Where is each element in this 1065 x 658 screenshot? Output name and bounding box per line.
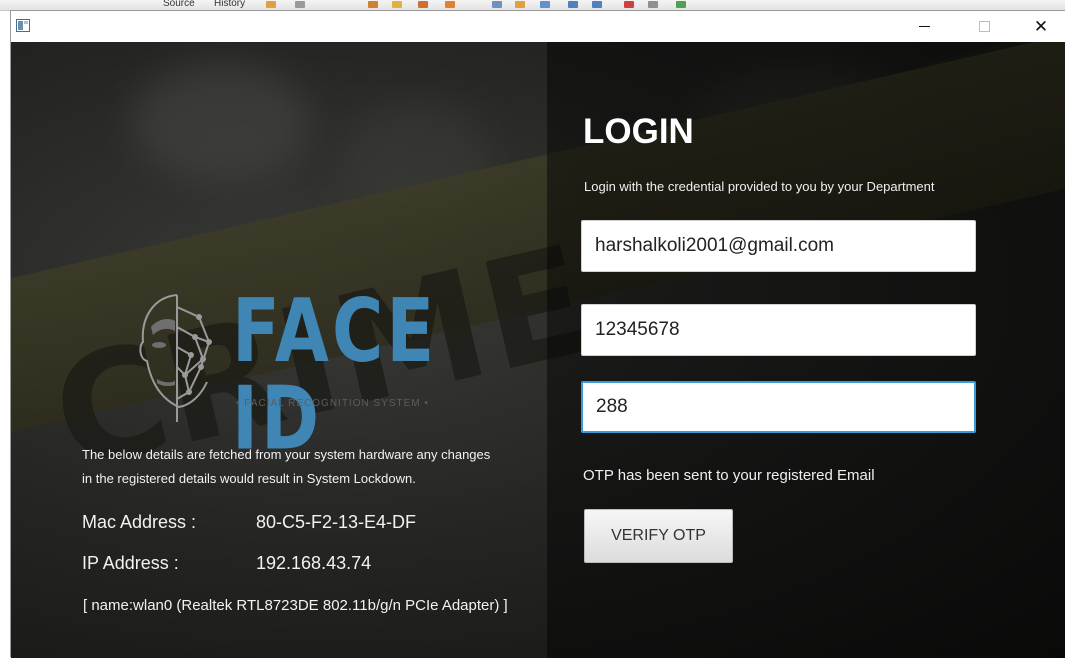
toolbar-icon [515,1,525,8]
toolbar-icon [368,1,378,8]
toolbar-icon [540,1,550,8]
login-title: LOGIN [583,112,694,151]
logo-title: FACE ID [232,279,438,470]
mac-address-label: Mac Address : [82,512,197,532]
close-icon: ✕ [1033,16,1049,37]
app-window-icon [16,19,30,32]
minimize-icon [918,26,930,27]
ide-tab-history: History [214,0,246,9]
otp-status-message: OTP has been sent to your registered Ema… [583,467,875,484]
ide-tab-source: Source [163,0,195,9]
toolbar-icon [295,1,305,8]
ip-address-value: 192.168.43.74 [256,553,372,573]
toolbar-icon [624,1,634,8]
maximize-button[interactable] [954,11,1014,42]
background-blur [131,62,311,182]
otp-field[interactable]: 288 [581,381,976,433]
toolbar-icon [492,1,502,8]
toolbar-icon [445,1,455,8]
toolbar-icon [568,1,578,8]
face-mesh-icon [139,294,212,422]
verify-otp-button[interactable]: VERIFY OTP [584,509,733,563]
ip-address-label: IP Address : [82,553,179,573]
email-field[interactable]: harshalkoli2001@gmail.com [581,220,976,272]
mac-address-value: 80-C5-F2-13-E4-DF [256,512,417,532]
toolbar-icon [648,1,658,8]
network-adapter-info: [ name:wlan0 (Realtek RTL8723DE 802.11b/… [83,597,508,614]
password-field[interactable]: 12345678 [581,304,976,356]
hardware-notice: The below details are fetched from your … [82,447,491,486]
toolbar-icon [392,1,402,8]
face-id-logo: FACE ID • FACIAL RECOGNITION SYSTEM • [129,287,459,462]
logo-subtitle: • FACIAL RECOGNITION SYSTEM • [236,398,429,409]
login-screen: CRIME FACE ID • FACIAL RECOGNITION SYSTE… [11,42,1065,658]
toolbar-icon [418,1,428,8]
minimize-button[interactable] [894,11,954,42]
title-bar: ✕ [11,11,1065,42]
toolbar-icon [676,1,686,8]
app-window: ✕ CRIME FACE ID • FACIAL RECOGNITION SYS… [10,10,1065,658]
close-button[interactable]: ✕ [1011,11,1065,42]
toolbar-icon [592,1,602,8]
login-subtitle: Login with the credential provided to yo… [584,179,935,194]
toolbar-icon [266,1,276,8]
maximize-icon [978,21,990,32]
